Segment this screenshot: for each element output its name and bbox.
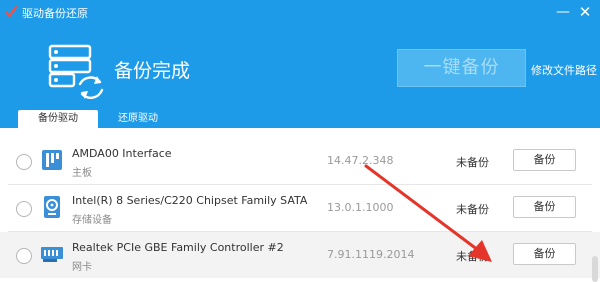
title-bar: 驱动备份还原 — ✕: [0, 0, 600, 26]
close-button[interactable]: ✕: [574, 2, 596, 22]
backup-status: 未备份: [456, 203, 489, 216]
app-logo-icon: [4, 5, 18, 18]
driver-version: 7.91.1119.2014: [327, 248, 415, 261]
window-title: 驱动备份还原: [22, 7, 88, 20]
network-card-icon: [41, 247, 63, 262]
scrollbar[interactable]: [592, 256, 598, 282]
disk-icon: [44, 196, 60, 218]
driver-select-radio[interactable]: [16, 201, 32, 217]
driver-list: 主板 AMDA00 Interface 主板 14.47.2.348 未备份 备…: [0, 128, 600, 282]
backup-button[interactable]: 备份: [513, 149, 576, 171]
driver-version: 14.47.2.348: [327, 154, 394, 167]
driver-category: 存储设备: [72, 215, 112, 226]
chip-icon: [42, 150, 62, 170]
backup-button[interactable]: 备份: [513, 243, 576, 265]
change-path-link[interactable]: 修改文件路径: [531, 62, 597, 78]
driver-version: 13.0.1.1000: [327, 201, 394, 214]
header-banner: 驱动备份还原 — ✕ 备份完成 一键备份 修改文件路径 备份驱动 还原驱动: [0, 0, 600, 128]
driver-category: 主板: [72, 168, 92, 179]
driver-name: AMDA00 Interface: [72, 147, 172, 160]
tab-restore-driver[interactable]: 还原驱动: [98, 110, 178, 128]
driver-name: Realtek PCIe GBE Family Controller #2: [72, 241, 284, 254]
driver-category: 网卡: [72, 262, 92, 273]
backup-status: 未备份: [456, 250, 489, 263]
driver-row: AMDA00 Interface 主板 14.47.2.348 未备份 备份: [0, 138, 600, 184]
tab-backup-driver[interactable]: 备份驱动: [18, 110, 98, 128]
driver-select-radio[interactable]: [16, 154, 32, 170]
backup-complete-icon: [48, 44, 104, 99]
backup-status: 未备份: [456, 156, 489, 169]
driver-row: Realtek PCIe GBE Family Controller #2 网卡…: [0, 232, 600, 278]
driver-name: Intel(R) 8 Series/C220 Chipset Family SA…: [72, 194, 310, 207]
backup-button[interactable]: 备份: [513, 196, 576, 218]
minimize-button[interactable]: —: [552, 2, 574, 22]
one-click-backup-button[interactable]: 一键备份: [397, 49, 526, 87]
driver-select-radio[interactable]: [16, 248, 32, 264]
driver-row: Intel(R) 8 Series/C220 Chipset Family SA…: [0, 185, 600, 231]
status-title: 备份完成: [114, 60, 191, 82]
